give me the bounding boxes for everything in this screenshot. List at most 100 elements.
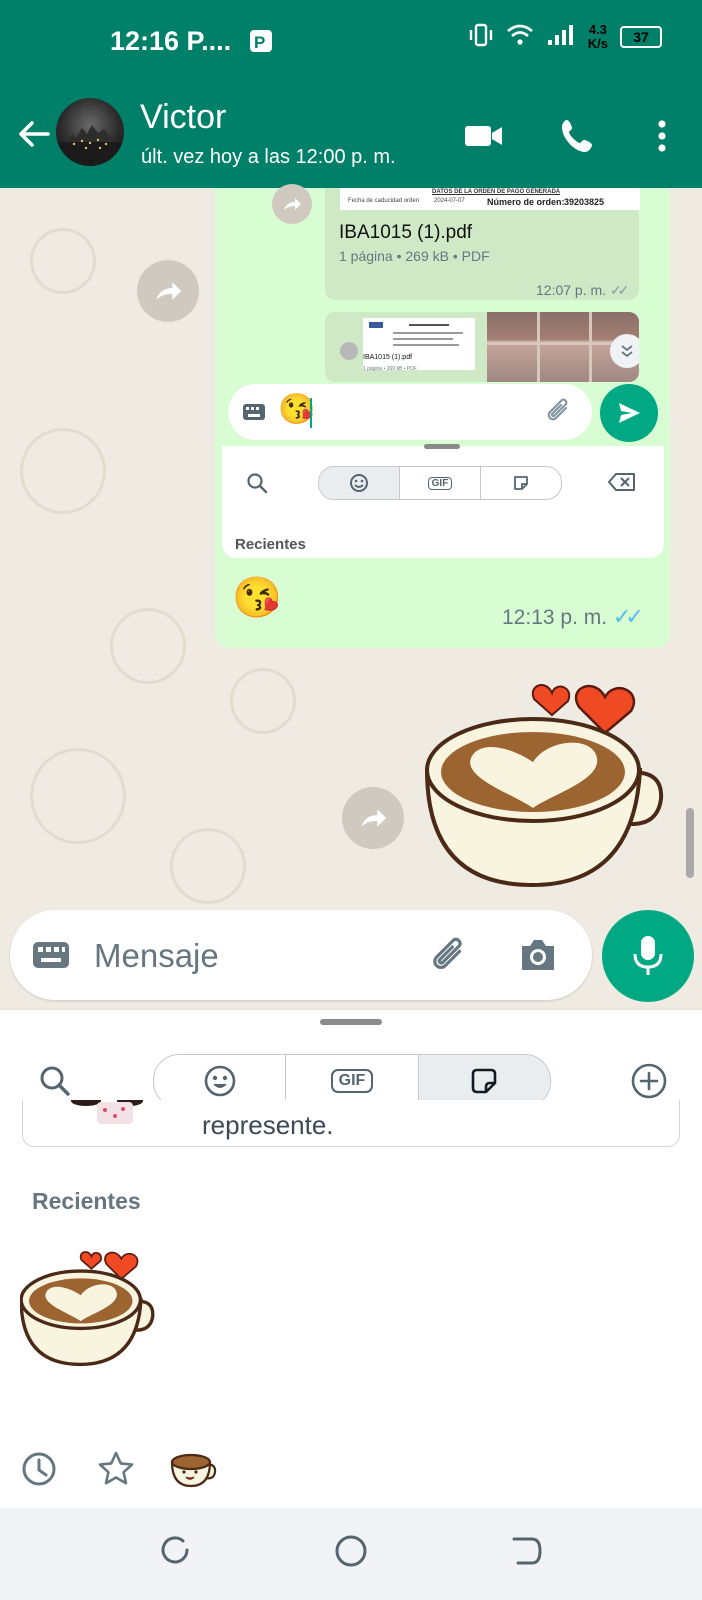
clock-icon [22, 1452, 56, 1486]
battery-level: 37 [633, 28, 649, 45]
message-time-text: 12:13 p. m. [502, 606, 608, 629]
media-preview[interactable]: IBA1015 (1).pdf 1 página • 269 kB • PDF [325, 312, 639, 382]
gif-label: GIF [427, 476, 453, 490]
more-options-button[interactable] [640, 114, 684, 158]
back-nav-button[interactable] [510, 1534, 544, 1573]
last-seen-status: últ. vez hoy a las 12:00 p. m. [141, 146, 396, 168]
wallpaper-doodle [170, 828, 246, 904]
forward-arrow-icon [156, 282, 182, 300]
message-time: 12:07 p. m. ✓✓ [536, 282, 630, 299]
system-navigation-bar [0, 1508, 702, 1600]
sticker-pack-text: represente. [202, 1110, 334, 1140]
panel-drag-handle[interactable] [320, 1019, 382, 1025]
parking-app-icon: P [248, 28, 274, 59]
coffee-heart-sticker[interactable] [424, 675, 665, 910]
forward-button[interactable] [272, 184, 312, 224]
message-emoji: 😘 [232, 576, 282, 620]
signal-icon [546, 23, 576, 50]
wallpaper-doodle [30, 748, 126, 844]
paperclip-icon [433, 937, 462, 969]
document-meta: 1 página • 269 kB • PDF [339, 248, 490, 264]
wallpaper-doodle [20, 428, 106, 514]
embedded-send-button [600, 384, 658, 442]
recent-stickers-tab[interactable] [20, 1450, 58, 1493]
doc-heading: DATOS DE LA ORDEN DE PAGO GENERADA [432, 189, 561, 195]
forward-arrow-icon [361, 809, 387, 827]
recent-apps-button[interactable] [158, 1534, 192, 1573]
gif-tab: GIF [400, 467, 481, 499]
smiley-icon [204, 1065, 235, 1097]
camera-icon [522, 940, 554, 970]
favorite-stickers-tab[interactable] [97, 1450, 135, 1493]
message-time-text: 12:07 p. m. [536, 282, 607, 298]
paperclip-icon [547, 398, 568, 421]
microphone-icon [633, 936, 663, 975]
wallpaper-doodle [110, 608, 186, 684]
home-circle-icon [335, 1535, 367, 1567]
contact-name[interactable]: Victor [140, 98, 226, 137]
message-time: 12:13 p. m. ✓✓ [502, 604, 644, 630]
emoji-tab-strip: GIF [318, 466, 562, 500]
video-call-button[interactable] [462, 114, 506, 158]
vibrate-icon [468, 22, 494, 51]
voice-message-button[interactable] [602, 910, 694, 1002]
backspace-icon [608, 473, 635, 491]
search-icon [247, 473, 268, 494]
network-speed-unit: K/s [587, 35, 608, 51]
search-stickers-button[interactable] [38, 1064, 72, 1103]
star-icon [98, 1451, 134, 1485]
scroll-down-button[interactable] [610, 334, 639, 368]
embedded-input-field: 😘 [228, 384, 592, 440]
battery-icon: 37 [620, 25, 662, 48]
keyboard-icon [33, 942, 69, 968]
sticker-icon [514, 476, 528, 490]
doc-date-value: 2024-07-07 [434, 198, 465, 204]
forward-button[interactable] [342, 787, 404, 849]
panel-handle [424, 444, 460, 449]
chat-scrollbar[interactable] [686, 808, 694, 878]
double-chevron-down-icon [621, 345, 633, 358]
back-nav-icon [512, 1537, 542, 1565]
wifi-icon [506, 23, 534, 50]
forward-button[interactable] [137, 260, 199, 322]
document-thumbnail: DATOS DE LA ORDEN DE PAGO GENERADA Fecha… [340, 188, 640, 210]
phone-icon [562, 120, 592, 152]
doc-order-value: 39203825 [564, 197, 605, 207]
sticker-icon [472, 1068, 497, 1094]
pdf-preview [363, 318, 475, 370]
forward-arrow-icon [284, 198, 301, 210]
sticker-tab [481, 467, 561, 499]
coffee-pack-tab[interactable] [170, 1450, 218, 1495]
emoji-tab [319, 467, 400, 499]
send-icon [619, 403, 640, 423]
text-cursor [310, 398, 312, 428]
recent-apps-icon [161, 1536, 189, 1564]
network-speed: 4.3 K/s [587, 21, 608, 51]
plus-circle-icon [631, 1063, 667, 1099]
network-speed-value: 4.3 [588, 21, 607, 37]
home-button[interactable] [334, 1534, 368, 1573]
double-check-read-icon: ✓✓ [612, 604, 644, 629]
double-check-icon: ✓✓ [609, 282, 630, 298]
media-caption: IBA1015 (1).pdf [363, 354, 413, 361]
wallpaper-doodle [30, 228, 96, 294]
recent-stickers-label: Recientes [32, 1188, 141, 1214]
add-sticker-button[interactable] [630, 1062, 668, 1105]
more-vertical-icon [658, 120, 666, 152]
doc-order-label: Número de orden: [487, 197, 565, 207]
sticker-pack-thumbnail [57, 1100, 147, 1124]
recent-sticker-coffee[interactable] [19, 1245, 155, 1382]
video-camera-icon [465, 126, 502, 146]
sticker-pack-card[interactable] [22, 1100, 680, 1147]
doc-date-label: Fecha de caducidad orden [348, 198, 420, 204]
back-button[interactable] [14, 114, 54, 154]
search-icon [40, 1066, 70, 1096]
svg-text:P: P [254, 33, 265, 52]
keyboard-icon [243, 404, 265, 420]
voice-call-button[interactable] [556, 114, 600, 158]
message-placeholder[interactable]: Mensaje [94, 937, 219, 975]
coffee-cup-icon [170, 1453, 217, 1488]
media-meta: 1 página • 269 kB • PDF [363, 366, 417, 372]
avatar[interactable] [56, 98, 124, 166]
status-time: 12:16 P.... [110, 26, 232, 56]
